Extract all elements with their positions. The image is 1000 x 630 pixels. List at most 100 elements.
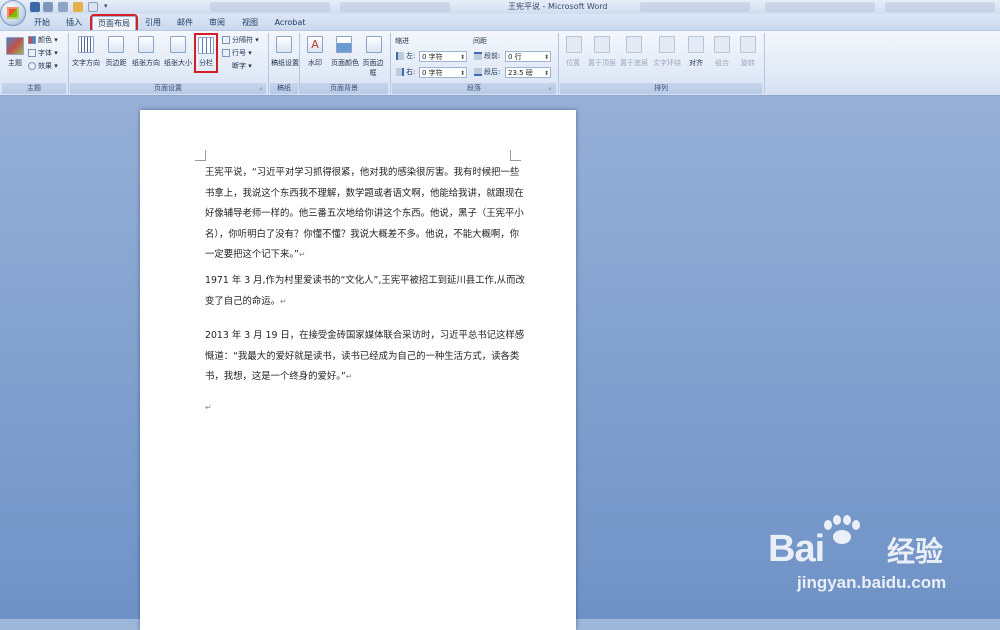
- indent-left-input[interactable]: 0 字符 ⬍: [419, 51, 467, 62]
- paragraph-2[interactable]: 1971 年 3 月,作为村里爱读书的“文化人”,王宪平被招工到延川县工作,从而…: [205, 271, 525, 312]
- tab-review[interactable]: 审阅: [205, 16, 229, 30]
- indent-left-icon: [396, 52, 404, 60]
- themes-icon[interactable]: [6, 37, 24, 55]
- baidu-brand: Bai: [768, 528, 825, 570]
- office-logo-icon: [7, 7, 19, 19]
- group-label-paragraph: 段落: [392, 83, 556, 94]
- group-label-arrange: 排列: [560, 83, 762, 94]
- theme-fonts-button[interactable]: 字体 ▾: [28, 47, 58, 59]
- theme-colors-button[interactable]: 颜色 ▾: [28, 34, 58, 46]
- indent-right-value: 0 字符: [422, 69, 443, 77]
- taskbar-blurred-item: [640, 2, 750, 12]
- margins-icon[interactable]: [108, 36, 124, 53]
- draft-paper-icon[interactable]: [276, 36, 292, 53]
- spinner-arrows-icon[interactable]: ⬍: [460, 68, 465, 79]
- page-size-button[interactable]: 纸张大小: [162, 58, 194, 68]
- paragraph-1[interactable]: 王宪平说，“习近平对学习抓得很紧，他对我的感染很厉害。我有时候把一些书拿上，我说…: [205, 163, 525, 266]
- spinner-arrows-icon[interactable]: ⬍: [544, 68, 549, 79]
- themes-button[interactable]: 主题: [4, 58, 26, 68]
- columns-icon[interactable]: [198, 37, 214, 54]
- columns-button[interactable]: 分栏: [196, 58, 216, 68]
- paragraph-2-text: 1971 年 3 月,作为村里爱读书的“文化人”,王宪平被招工到延川县工作,从而…: [205, 275, 525, 307]
- taskbar-blurred-item: [765, 2, 875, 12]
- bring-to-front-button[interactable]: 置于顶层: [586, 58, 618, 68]
- rotate-button[interactable]: 旋转: [738, 58, 758, 68]
- page-borders-button[interactable]: 页面边框: [362, 58, 384, 78]
- paragraph-mark: ↵: [280, 296, 287, 306]
- office-button[interactable]: [0, 0, 26, 26]
- spacing-before-text: 段前:: [484, 52, 501, 60]
- orientation-icon[interactable]: [138, 36, 154, 53]
- page-color-icon[interactable]: [336, 36, 352, 53]
- draft-settings-button[interactable]: 稿纸设置: [271, 58, 299, 68]
- spinner-arrows-icon[interactable]: ⬍: [544, 52, 549, 63]
- baidu-paw-icon: [824, 515, 860, 544]
- group-separator: [558, 33, 559, 93]
- undo-icon[interactable]: [43, 2, 53, 12]
- tab-page-layout[interactable]: 页面布局: [90, 14, 138, 32]
- spacing-after-input[interactable]: 23.5 磅 ⬍: [505, 67, 551, 78]
- tab-insert[interactable]: 插入: [60, 16, 88, 30]
- line-numbers-label: 行号: [232, 49, 246, 57]
- breaks-label: 分隔符: [232, 36, 253, 44]
- tab-references[interactable]: 引用: [141, 16, 165, 30]
- text-direction-button[interactable]: 文字方向: [70, 58, 102, 68]
- watermark-button[interactable]: 水印: [302, 58, 328, 68]
- group-separator: [68, 33, 69, 93]
- text-wrap-icon[interactable]: [659, 36, 675, 53]
- page-setup-launcher-icon[interactable]: ⌟: [259, 84, 262, 91]
- tab-acrobat[interactable]: Acrobat: [270, 16, 310, 30]
- group-objects-button[interactable]: 组合: [711, 58, 733, 68]
- theme-effects-button[interactable]: 效果 ▾: [28, 60, 58, 72]
- bring-to-front-icon[interactable]: [594, 36, 610, 53]
- paragraph-launcher-icon[interactable]: ⌟: [548, 84, 551, 91]
- tab-mailings[interactable]: 邮件: [173, 16, 197, 30]
- send-to-back-button[interactable]: 置于底层: [618, 58, 650, 68]
- empty-paragraph[interactable]: ↵: [205, 398, 525, 419]
- baidu-url: jingyan.baidu.com: [797, 573, 947, 592]
- crop-mark-top-right: [510, 150, 521, 161]
- theme-effects-label: 效果: [38, 62, 52, 70]
- group-objects-icon[interactable]: [714, 36, 730, 53]
- indent-right-input[interactable]: 0 字符 ⬍: [419, 67, 467, 78]
- margins-button[interactable]: 页边距: [104, 58, 128, 68]
- position-icon[interactable]: [566, 36, 582, 53]
- taskbar-blurred-item: [210, 2, 330, 12]
- open-icon[interactable]: [73, 2, 83, 12]
- theme-fonts-label: 字体: [38, 49, 52, 57]
- align-icon[interactable]: [688, 36, 704, 53]
- text-direction-icon[interactable]: [78, 36, 94, 53]
- paragraph-3[interactable]: 2013 年 3 月 19 日，在接受金砖国家媒体联合采访时，习近平总书记这样感…: [205, 326, 525, 388]
- paragraph-mark: ↵: [345, 372, 353, 381]
- indent-left-text: 左:: [406, 52, 416, 60]
- indent-right-icon: [396, 68, 404, 76]
- effects-icon: [28, 62, 36, 70]
- line-numbers-button[interactable]: 行号 ▾: [222, 47, 252, 59]
- hyphenation-button[interactable]: 断字 ▾: [222, 60, 252, 72]
- watermark-icon[interactable]: A: [307, 36, 323, 53]
- paragraph-mark: ↵: [298, 250, 306, 259]
- breaks-button[interactable]: 分隔符 ▾: [222, 34, 259, 46]
- page-borders-icon[interactable]: [366, 36, 382, 53]
- line-numbers-icon: [222, 49, 230, 57]
- align-button[interactable]: 对齐: [686, 58, 706, 68]
- page-color-button[interactable]: 页面颜色: [329, 58, 361, 68]
- text-wrap-button[interactable]: 文字环绕: [651, 58, 683, 68]
- save-icon[interactable]: [30, 2, 40, 12]
- indent-left-label: 左:: [396, 50, 415, 62]
- orientation-button[interactable]: 纸张方向: [130, 58, 162, 68]
- spinner-arrows-icon[interactable]: ⬍: [460, 52, 465, 63]
- send-to-back-icon[interactable]: [626, 36, 642, 53]
- crop-mark-top-left: [195, 150, 206, 161]
- print-preview-icon[interactable]: [88, 2, 98, 12]
- spacing-after-text: 段后:: [484, 68, 501, 76]
- qat-dropdown-icon[interactable]: ▾: [104, 2, 108, 10]
- rotate-icon[interactable]: [740, 36, 756, 53]
- tab-view[interactable]: 视图: [238, 16, 262, 30]
- redo-icon[interactable]: [58, 2, 68, 12]
- page-size-icon[interactable]: [170, 36, 186, 53]
- spacing-before-input[interactable]: 0 行 ⬍: [505, 51, 551, 62]
- theme-colors-label: 颜色: [38, 36, 52, 44]
- position-button[interactable]: 位置: [562, 58, 584, 68]
- tab-home[interactable]: 开始: [28, 16, 56, 30]
